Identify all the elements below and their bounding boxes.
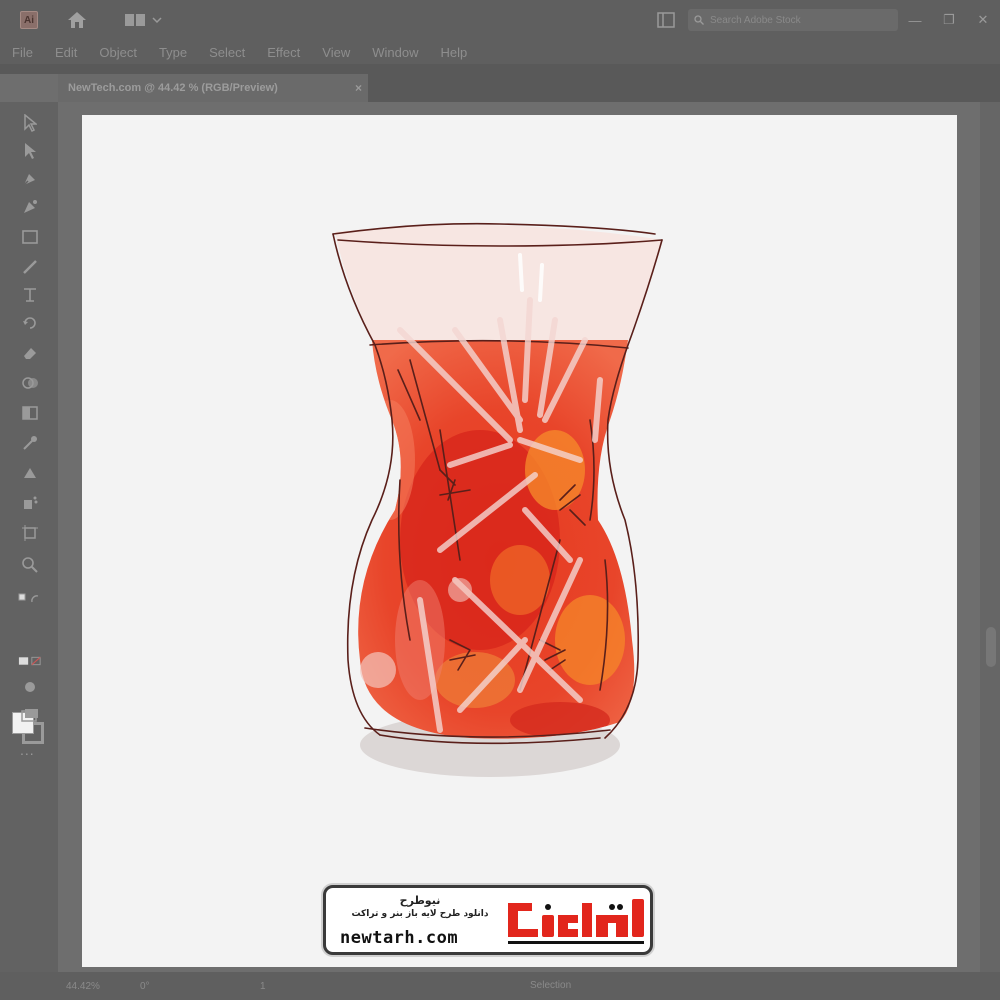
paintbrush-icon[interactable] [18, 256, 42, 278]
menu-object[interactable]: Object [99, 45, 137, 60]
watermark-url: newtarh.com [340, 928, 459, 948]
gradient-icon[interactable] [18, 402, 42, 424]
current-tool: Selection [530, 980, 572, 991]
search-input[interactable]: Search Adobe Stock [688, 9, 898, 31]
home-icon[interactable] [66, 9, 88, 31]
menu-view[interactable]: View [322, 45, 350, 60]
shape-builder-icon[interactable] [18, 372, 42, 394]
watermark-text: نیوطرح دانلود طرح لایه باز بنر و تراکت [340, 894, 500, 919]
close-icon[interactable]: ✕ [966, 0, 1000, 40]
status-bar: 44.42% 0° 1 Selection [0, 972, 1000, 1000]
document-tab[interactable]: NewTech.com @ 44.42 % (RGB/Preview) × [58, 74, 368, 102]
curvature-icon[interactable] [18, 196, 42, 218]
menu-effect[interactable]: Effect [267, 45, 300, 60]
workspace-switcher[interactable] [124, 13, 162, 27]
menu-bar: File Edit Object Type Select Effect View… [0, 40, 1000, 64]
arrange-documents-icon[interactable] [656, 11, 676, 29]
menu-type[interactable]: Type [159, 45, 187, 60]
zoom-level[interactable]: 44.42% [66, 981, 126, 992]
restore-icon[interactable]: ❐ [932, 0, 966, 40]
tab-bar: NewTech.com @ 44.42 % (RGB/Preview) × [58, 74, 1000, 102]
watermark-title: نیوطرح [399, 894, 441, 907]
scroll-thumb[interactable] [986, 627, 996, 667]
menu-help[interactable]: Help [440, 45, 467, 60]
eyedropper-icon[interactable] [18, 432, 42, 454]
menu-select[interactable]: Select [209, 45, 245, 60]
rotate-icon[interactable] [18, 312, 42, 334]
chevron-down-icon [152, 17, 162, 24]
illustrator-logo: Ai [20, 11, 38, 29]
pen-icon[interactable] [18, 168, 42, 190]
title-bar: Ai Search Adobe Stock — ❐ ✕ [0, 0, 1000, 40]
glass-reflection-small [448, 578, 472, 602]
tea-glass-illustration[interactable] [300, 200, 700, 800]
search-icon [694, 15, 704, 25]
minimize-icon[interactable]: — [898, 0, 932, 40]
drawing-mode-icon[interactable] [18, 676, 42, 698]
direct-selection-icon[interactable] [18, 140, 42, 162]
selection-icon[interactable] [18, 112, 42, 134]
watermark-banner: نیوطرح دانلود طرح لایه باز بنر و تراکت n… [323, 885, 653, 955]
menu-window[interactable]: Window [372, 45, 418, 60]
default-colors-icon[interactable] [18, 588, 42, 610]
newtarh-logo [508, 899, 644, 944]
artboard-icon[interactable] [18, 522, 42, 544]
zoom-icon[interactable] [18, 554, 42, 576]
symbol-sprayer-icon[interactable] [18, 492, 42, 514]
eraser-icon[interactable] [18, 342, 42, 364]
more-tools-icon[interactable]: ... [20, 742, 35, 758]
color-mode-icon[interactable] [18, 650, 42, 672]
blend-icon[interactable] [18, 462, 42, 484]
watermark-subtitle: دانلود طرح لایه باز بنر و تراکت [351, 909, 489, 919]
layout-grid-icon [125, 14, 145, 26]
menu-file[interactable]: File [12, 45, 33, 60]
rectangle-icon[interactable] [18, 226, 42, 248]
screen-mode-icon[interactable] [18, 704, 42, 726]
document-tab-label: NewTech.com @ 44.42 % (RGB/Preview) [68, 82, 278, 94]
menu-edit[interactable]: Edit [55, 45, 77, 60]
search-placeholder: Search Adobe Stock [710, 14, 801, 26]
glass-reflection [360, 652, 396, 688]
tab-close-icon[interactable]: × [355, 81, 362, 95]
control-bar [0, 64, 1000, 74]
artboard-number[interactable]: 1 [260, 981, 300, 992]
rotation-angle[interactable]: 0° [140, 981, 200, 992]
vertical-scrollbar[interactable] [980, 102, 1000, 972]
type-icon[interactable] [18, 284, 42, 306]
tools-panel: ... [0, 102, 58, 972]
